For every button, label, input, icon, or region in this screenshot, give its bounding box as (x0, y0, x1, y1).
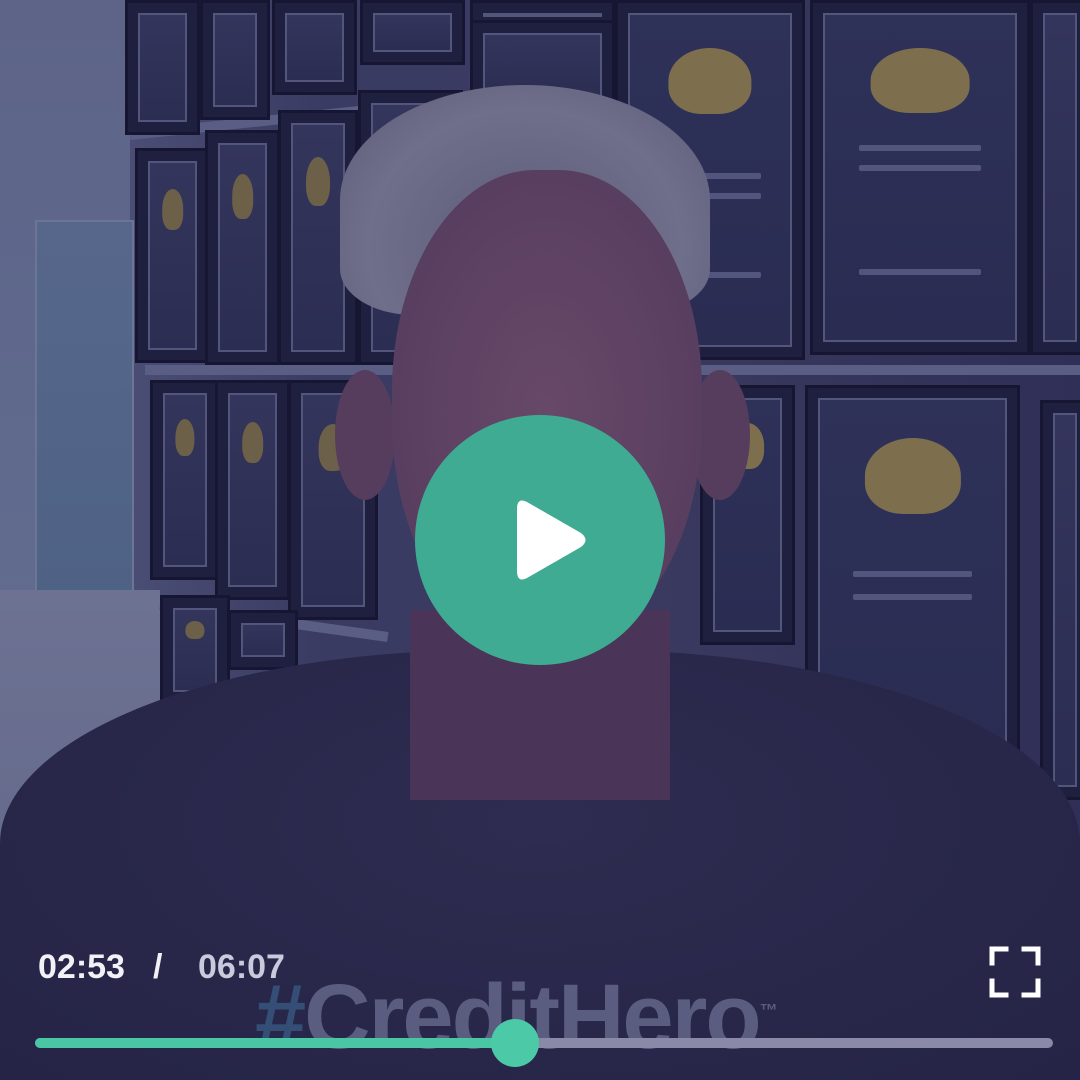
seek-bar[interactable] (35, 1019, 1053, 1067)
current-time: 02:53 (38, 948, 125, 986)
fullscreen-button[interactable] (988, 945, 1042, 999)
seek-progress (35, 1038, 515, 1048)
background-doorway (35, 220, 134, 614)
award-plaque (810, 0, 1030, 355)
award-plaque (1040, 400, 1080, 800)
play-button[interactable] (415, 415, 665, 665)
time-separator: / (153, 948, 163, 986)
award-plaque (272, 0, 357, 95)
total-duration: 06:07 (198, 948, 285, 986)
award-plaque (200, 0, 270, 120)
play-icon (517, 500, 586, 580)
award-plaque (205, 130, 280, 365)
shirt-trademark: ™ (759, 1000, 778, 1021)
award-plaque (1030, 0, 1080, 355)
award-plaque (135, 148, 210, 363)
award-plaque (150, 380, 220, 580)
video-player[interactable]: #CreditHero™ 02:53 / 06:07 (0, 0, 1080, 1080)
award-plaque (228, 610, 298, 670)
seek-handle[interactable] (490, 1019, 539, 1067)
award-plaque (125, 0, 200, 135)
award-plaque (215, 380, 290, 600)
person-ear (335, 370, 395, 500)
award-plaque (360, 0, 465, 65)
fullscreen-icon (989, 946, 1041, 998)
